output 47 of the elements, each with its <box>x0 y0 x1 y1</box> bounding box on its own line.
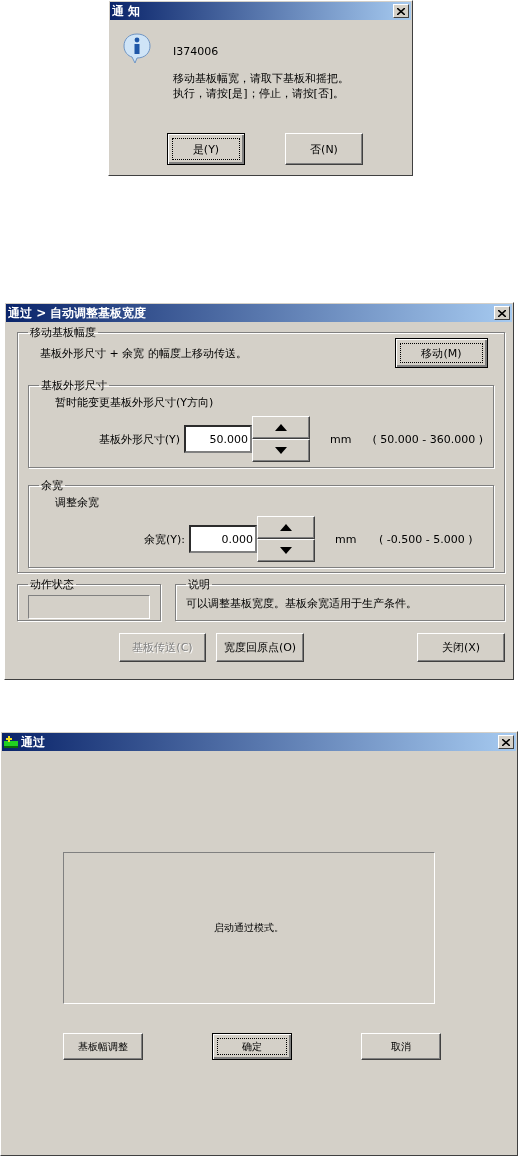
message-code: I374006 <box>173 45 220 58</box>
description-text: 可以调整基板宽度。基板余宽适用于生产条件。 <box>186 596 418 611</box>
up-triangle-icon <box>280 524 292 531</box>
down-triangle-icon <box>275 447 288 454</box>
group-label: 移动基板幅度 <box>29 325 97 340</box>
window-title: 通过 <box>21 733 46 751</box>
down-triangle-icon <box>280 547 292 554</box>
description-text: 调整余宽 <box>54 495 100 510</box>
close-icon <box>397 7 405 15</box>
window-title: 通 知 <box>112 2 142 20</box>
description-text: 暂时能变更基板外形尺寸(Y方向) <box>54 395 215 410</box>
unit-label: mm <box>335 532 358 546</box>
group-label: 基板外形尺寸 <box>40 378 108 393</box>
group-label: 余宽 <box>40 478 64 493</box>
message-text: 启动通过模式。 <box>214 921 284 935</box>
description-text: 基板外形尺寸 + 余宽 的幅度上移动传送。 <box>40 346 247 361</box>
field-label: 基板外形尺寸(Y) <box>97 431 182 447</box>
number-field[interactable]: 50.000 <box>184 425 253 453</box>
close-button[interactable] <box>494 306 510 320</box>
field-label: 余宽(Y): <box>143 531 186 547</box>
message-text: 移动基板幅宽，请取下基板和摇把。 <box>173 71 349 86</box>
increment-button[interactable] <box>257 516 315 539</box>
unit-label: mm <box>330 432 353 446</box>
group-label: 动作状态 <box>29 577 75 592</box>
message-text: 执行，请按[是]；停止，请按[否]。 <box>173 86 346 101</box>
dialog-button[interactable]: 取消 <box>361 1033 441 1060</box>
close-icon <box>502 738 510 746</box>
dialog-button[interactable]: 关闭(X) <box>417 633 505 662</box>
dialog-button[interactable]: 移动(M) <box>395 338 488 368</box>
range-text: ( 50.000 - 360.000 ) <box>372 432 483 446</box>
dialog-button[interactable]: 是(Y) <box>167 133 245 165</box>
range-text: ( -0.500 - 5.000 ) <box>379 532 473 546</box>
dialog-button[interactable]: 确定 <box>212 1033 292 1060</box>
decrement-button[interactable] <box>252 439 311 462</box>
dialog-button[interactable]: 基板幅调整 <box>63 1033 143 1060</box>
decrement-button[interactable] <box>257 539 315 562</box>
close-icon <box>498 309 506 317</box>
increment-button[interactable] <box>252 416 311 439</box>
info-icon <box>123 33 151 63</box>
dialog-button[interactable]: 宽度回原点(O) <box>216 633 304 662</box>
close-button[interactable] <box>498 735 514 749</box>
window-title: 通过 > 自动调整基板宽度 <box>8 304 148 322</box>
group-label: 说明 <box>187 577 211 592</box>
up-triangle-icon <box>275 424 288 431</box>
dialog-button[interactable]: 否(N) <box>285 133 363 165</box>
number-field[interactable]: 0.000 <box>189 525 257 553</box>
close-button[interactable] <box>393 4 409 18</box>
